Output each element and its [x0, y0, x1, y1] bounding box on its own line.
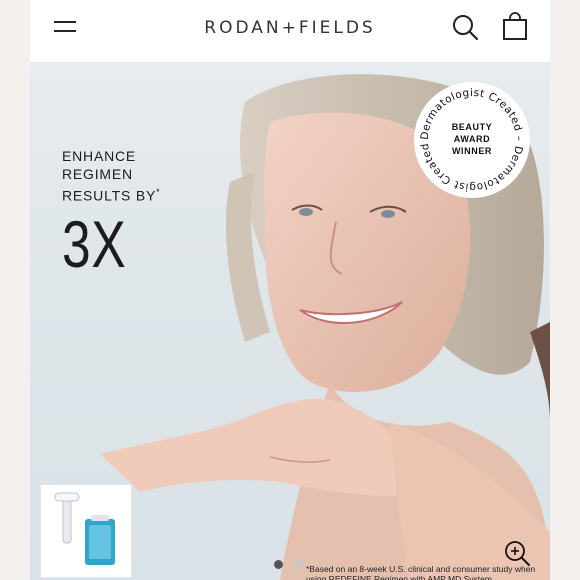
badge-center-text: BEAUTY AWARD WINNER: [414, 121, 530, 157]
hero-banner[interactable]: ENHANCE REGIMEN RESULTS BY* 3X Dermatolo…: [30, 62, 550, 580]
claim-line-1: ENHANCE: [62, 148, 137, 164]
hero-claim: ENHANCE REGIMEN RESULTS BY* 3X: [62, 147, 160, 277]
claim-line-3-text: RESULTS BY: [62, 187, 157, 204]
brand-logo[interactable]: RODAN+FIELDS: [180, 14, 400, 42]
badge-line-3: WINNER: [451, 146, 493, 156]
page: RODAN+FIELDS ENHANCE REGIMEN RESULTS BY*…: [0, 0, 580, 580]
search-icon[interactable]: [450, 12, 480, 42]
badge-line-2: AWARD: [453, 134, 491, 144]
shopping-bag-icon[interactable]: [500, 12, 530, 42]
product-image: [54, 492, 115, 565]
badge-line-1: BEAUTY: [451, 122, 493, 132]
carousel-dot-1[interactable]: [274, 560, 283, 569]
site-header: RODAN+FIELDS: [30, 0, 550, 62]
carousel-dot-2[interactable]: [294, 560, 304, 569]
claim-line-2: REGIMEN: [62, 166, 133, 182]
claim-line-3: RESULTS BY*: [62, 183, 160, 205]
award-badge: Dermatologist Created – Dermatologist Cr…: [414, 82, 530, 198]
hamburger-menu-icon[interactable]: [54, 19, 76, 35]
claim-footnote-mark: *: [156, 187, 161, 197]
claim-value: 3X: [62, 206, 127, 281]
product-thumbnail[interactable]: [40, 484, 132, 578]
hero-footnote: *Based on an 8-week U.S. clinical and co…: [306, 564, 536, 580]
carousel-dots: [274, 556, 310, 574]
